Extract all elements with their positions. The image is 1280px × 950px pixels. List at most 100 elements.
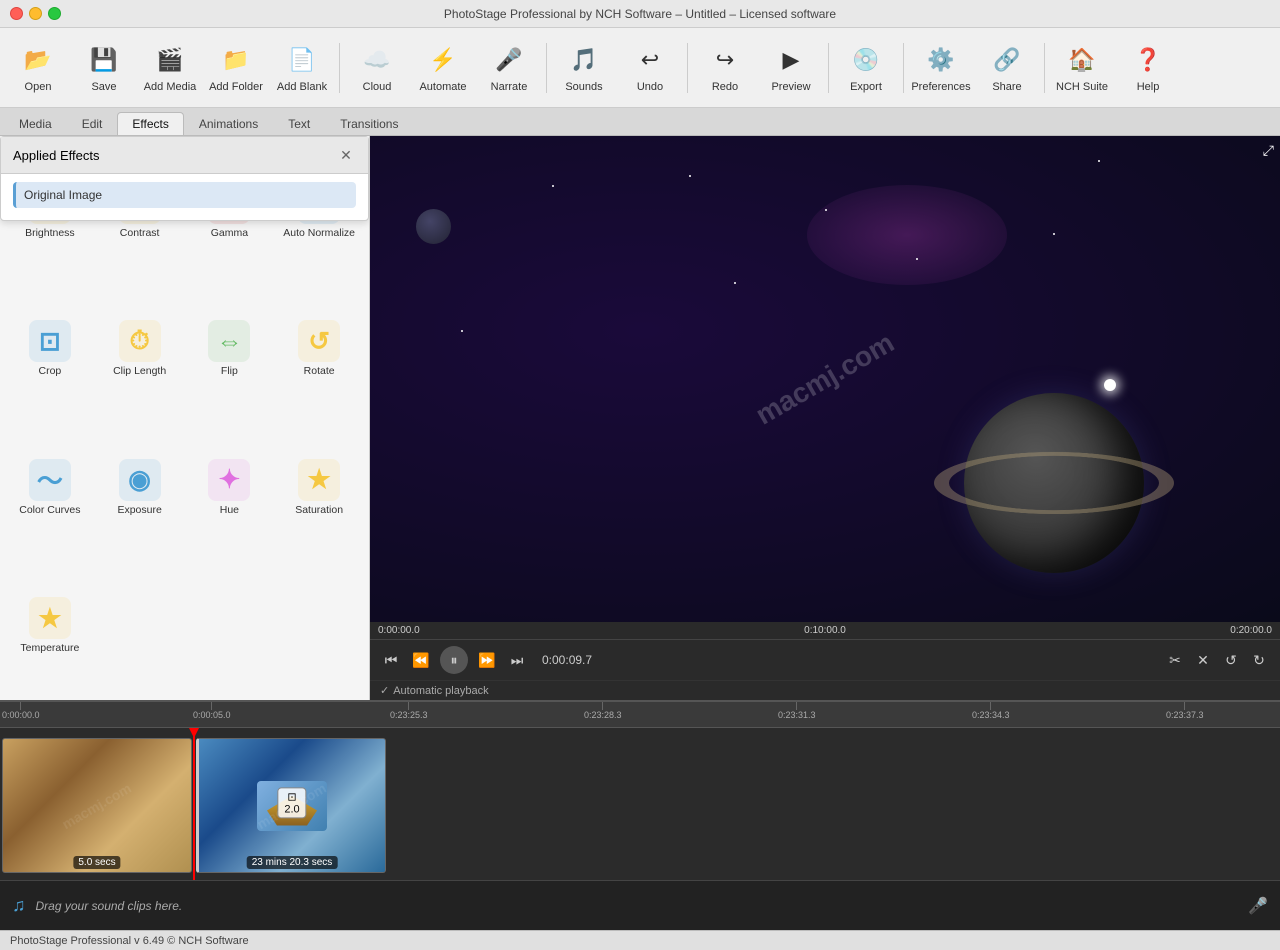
preview-video: macmj.com ⤢ (370, 136, 1280, 622)
minimize-button[interactable] (29, 7, 42, 20)
planet-small (416, 209, 451, 244)
close-button[interactable] (10, 7, 23, 20)
preferences-icon: ⚙️ (923, 42, 959, 78)
toolbar-sounds-button[interactable]: 🎵Sounds (552, 32, 616, 104)
toolbar-help-button[interactable]: ❓Help (1116, 32, 1180, 104)
toolbar-preview-button[interactable]: ▶Preview (759, 32, 823, 104)
tab-effects[interactable]: Effects (117, 112, 183, 135)
sound-drop-label: Drag your sound clips here. (36, 899, 183, 913)
effect-clip-length[interactable]: ⏱Clip Length (98, 283, 182, 416)
microphone-icon: 🎤 (1248, 896, 1268, 916)
toolbar-narrate-button[interactable]: 🎤Narrate (477, 32, 541, 104)
gamma-label: Gamma (211, 227, 248, 239)
effect-saturation[interactable]: ★Saturation (277, 421, 361, 554)
share-icon: 🔗 (989, 42, 1025, 78)
rewind-button[interactable]: ↺ (1220, 649, 1242, 671)
tab-edit[interactable]: Edit (67, 112, 118, 135)
toolbar-undo-button[interactable]: ↩Undo (618, 32, 682, 104)
toolbar-preferences-button[interactable]: ⚙️Preferences (909, 32, 973, 104)
toolbar-open-button[interactable]: 📂Open (6, 32, 70, 104)
expand-preview-button[interactable]: ⤢ (1263, 142, 1274, 159)
color-curves-icon: 〜 (29, 459, 71, 501)
help-icon: ❓ (1130, 42, 1166, 78)
titlebar: PhotoStage Professional by NCH Software … (0, 0, 1280, 28)
ruler-mark: 0:00:05.0 (193, 702, 231, 720)
sounds-label: Sounds (565, 81, 602, 93)
applied-effects-header: Applied Effects ✕ (1, 137, 368, 174)
autoplay-checkbox-row: ✓ Automatic playback (380, 684, 489, 697)
cut-button[interactable]: ✂ (1164, 649, 1186, 671)
auto-normalize-label: Auto Normalize (283, 227, 355, 239)
toolbar-separator (828, 43, 829, 93)
star-decoration (1053, 233, 1055, 235)
applied-effect-item[interactable]: Original Image (13, 182, 356, 208)
timecode-mid: 0:10:00.0 (804, 625, 846, 636)
tab-media[interactable]: Media (4, 112, 67, 135)
tab-transitions[interactable]: Transitions (325, 112, 413, 135)
toolbar-automate-button[interactable]: ⚡Automate (411, 32, 475, 104)
play-pause-button[interactable]: ⏸ (440, 646, 468, 674)
ruler-mark: 0:23:28.3 (584, 702, 622, 720)
clip-length-icon: ⏱ (119, 320, 161, 362)
toolbar-export-button[interactable]: 💿Export (834, 32, 898, 104)
effect-rotate[interactable]: ↺Rotate (277, 283, 361, 416)
add-folder-icon: 📁 (218, 42, 254, 78)
video-clip-1[interactable]: macmj.com 5.0 secs (2, 738, 192, 873)
ruler-mark: 0:00:00.0 (2, 702, 40, 720)
star-decoration (734, 282, 736, 284)
ruler-mark: 0:23:31.3 (778, 702, 816, 720)
toolbar-separator (903, 43, 904, 93)
glow-highlight (1104, 379, 1116, 391)
star-decoration (461, 330, 463, 332)
autoplay-row: ✓ Automatic playback (370, 680, 1280, 700)
effect-temperature[interactable]: ★ Temperature (8, 560, 92, 693)
playhead[interactable] (193, 728, 195, 880)
toolbar-separator (1044, 43, 1045, 93)
timeline-area: 0:00:00.0 0:00:05.0 0:23:25.3 0:23:28.3 0:23… (0, 700, 1280, 930)
effect-hue[interactable]: ✦Hue (188, 421, 272, 554)
ruler-mark: 0:23:25.3 (390, 702, 428, 720)
toolbar-redo-button[interactable]: ↪Redo (693, 32, 757, 104)
preview-icon: ▶ (773, 42, 809, 78)
toolbar-share-button[interactable]: 🔗 Share (975, 32, 1039, 104)
skip-to-start-button[interactable]: ⏮ (380, 649, 402, 671)
toolbar-save-button[interactable]: 💾Save (72, 32, 136, 104)
video-clip-2[interactable]: ⊡ 2.0 macmj.com 23 mins 20.3 secs → (196, 738, 386, 873)
toolbar-cloud-button[interactable]: ☁️Cloud (345, 32, 409, 104)
step-back-button[interactable]: ⏪ (410, 649, 432, 671)
temperature-icon: ★ (29, 597, 71, 639)
add-blank-label: Add Blank (277, 81, 327, 93)
timecode-end: 0:20:00.0 (1230, 625, 1272, 636)
skip-to-end-button[interactable]: ⏭ (506, 649, 528, 671)
applied-effects-close-button[interactable]: ✕ (336, 145, 356, 165)
fast-forward-button[interactable]: ↻ (1248, 649, 1270, 671)
delete-button[interactable]: ✕ (1192, 649, 1214, 671)
automate-label: Automate (419, 81, 466, 93)
step-forward-button[interactable]: ⏩ (476, 649, 498, 671)
applied-effects-content: Original Image (1, 174, 368, 220)
tab-animations[interactable]: Animations (184, 112, 273, 135)
toolbar-add-media-button[interactable]: 🎬Add Media (138, 32, 202, 104)
tab-text[interactable]: Text (273, 112, 325, 135)
contrast-label: Contrast (120, 227, 160, 239)
toolbar-add-folder-button[interactable]: 📁Add Folder (204, 32, 268, 104)
maximize-button[interactable] (48, 7, 61, 20)
undo-icon: ↩ (632, 42, 668, 78)
nch-suite-label: NCH Suite (1056, 81, 1108, 93)
preview-scene: macmj.com (370, 136, 1280, 622)
toolbar-add-blank-button[interactable]: 📄Add Blank (270, 32, 334, 104)
clip-duration-2: 23 mins 20.3 secs (247, 856, 338, 869)
rotate-label: Rotate (304, 365, 335, 377)
effect-color-curves[interactable]: 〜Color Curves (8, 421, 92, 554)
clip-badge: ⊡ 2.0 (277, 787, 306, 818)
effect-exposure[interactable]: ◉Exposure (98, 421, 182, 554)
effect-crop[interactable]: ⊡Crop (8, 283, 92, 416)
timeline-tracks: macmj.com 5.0 secs ⊡ 2.0 (0, 728, 1280, 880)
toolbar-separator (546, 43, 547, 93)
temperature-label: Temperature (20, 642, 79, 654)
effect-flip[interactable]: ⇔Flip (188, 283, 272, 416)
star-decoration (916, 258, 918, 260)
share-label: Share (992, 81, 1021, 93)
open-icon: 📂 (20, 42, 56, 78)
toolbar-nch-suite-button[interactable]: 🏠NCH Suite (1050, 32, 1114, 104)
